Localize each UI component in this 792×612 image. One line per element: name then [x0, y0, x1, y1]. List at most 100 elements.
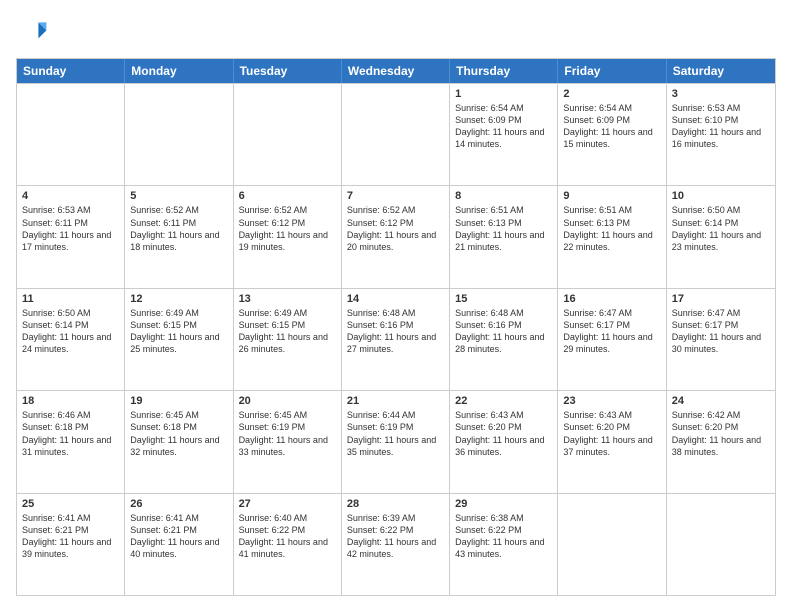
- calendar: SundayMondayTuesdayWednesdayThursdayFrid…: [16, 58, 776, 596]
- day-info: Sunrise: 6:46 AM Sunset: 6:18 PM Dayligh…: [22, 409, 119, 458]
- calendar-cell: 19Sunrise: 6:45 AM Sunset: 6:18 PM Dayli…: [125, 391, 233, 492]
- logo: [16, 16, 52, 48]
- day-number: 8: [455, 190, 552, 202]
- calendar-cell: 10 Sunrise: 6:50 AM Sunset: 6:14 PM Dayli…: [667, 186, 775, 287]
- calendar-cell: 22 Sunrise: 6:43 AM Sunset: 6:20 PM Dayli…: [450, 391, 558, 492]
- day-number: 23: [563, 395, 660, 407]
- day-info: Sunrise: 6:49 AM Sunset: 6:15 PM Dayligh…: [130, 307, 227, 356]
- day-number: 6: [239, 190, 336, 202]
- calendar-cell: 16 Sunrise: 6:47 AM Sunset: 6:17 PM Dayli…: [558, 289, 666, 390]
- day-info: Sunrise: 6:54 AM Sunset: 6:09 PM Dayligh…: [563, 102, 660, 151]
- day-info: Sunrise: 6:43 AM Sunset: 6:20 PM Dayligh…: [563, 409, 660, 458]
- weekday-header: Saturday: [667, 59, 775, 83]
- day-number: 28: [347, 498, 444, 510]
- day-info: Sunrise: 6:41 AM Sunset: 6:21 PM Dayligh…: [22, 512, 119, 561]
- calendar-cell: 27 Sunrise: 6:40 AM Sunset: 6:22 PM Dayli…: [234, 494, 342, 595]
- day-number: 5: [130, 190, 227, 202]
- day-info: Sunrise: 6:39 AM Sunset: 6:22 PM Dayligh…: [347, 512, 444, 561]
- weekday-header: Friday: [558, 59, 666, 83]
- day-number: 4: [22, 190, 119, 202]
- calendar-cell: 13 Sunrise: 6:49 AM Sunset: 6:15 PM Dayli…: [234, 289, 342, 390]
- day-number: 21: [347, 395, 444, 407]
- calendar-cell: [558, 494, 666, 595]
- calendar-cell: [342, 84, 450, 185]
- weekday-header: Tuesday: [234, 59, 342, 83]
- day-number: 29: [455, 498, 552, 510]
- day-info: Sunrise: 6:38 AM Sunset: 6:22 PM Dayligh…: [455, 512, 552, 561]
- day-number: 25: [22, 498, 119, 510]
- day-info: Sunrise: 6:53 AM Sunset: 6:10 PM Dayligh…: [672, 102, 770, 151]
- day-info: Sunrise: 6:43 AM Sunset: 6:20 PM Dayligh…: [455, 409, 552, 458]
- day-info: Sunrise: 6:47 AM Sunset: 6:17 PM Dayligh…: [672, 307, 770, 356]
- calendar-header: SundayMondayTuesdayWednesdayThursdayFrid…: [17, 59, 775, 83]
- day-info: Sunrise: 6:52 AM Sunset: 6:11 PM Dayligh…: [130, 204, 227, 253]
- calendar-cell: 4 Sunrise: 6:53 AM Sunset: 6:11 PM Daylig…: [17, 186, 125, 287]
- calendar-cell: 15 Sunrise: 6:48 AM Sunset: 6:16 PM Dayli…: [450, 289, 558, 390]
- calendar-cell: 3Sunrise: 6:53 AM Sunset: 6:10 PM Daylig…: [667, 84, 775, 185]
- calendar-cell: 11 Sunrise: 6:50 AM Sunset: 6:14 PM Dayli…: [17, 289, 125, 390]
- day-info: Sunrise: 6:42 AM Sunset: 6:20 PM Dayligh…: [672, 409, 770, 458]
- day-number: 1: [455, 88, 552, 100]
- day-info: Sunrise: 6:48 AM Sunset: 6:16 PM Dayligh…: [455, 307, 552, 356]
- day-info: Sunrise: 6:41 AM Sunset: 6:21 PM Dayligh…: [130, 512, 227, 561]
- calendar-row: 11 Sunrise: 6:50 AM Sunset: 6:14 PM Dayli…: [17, 288, 775, 390]
- day-number: 15: [455, 293, 552, 305]
- day-info: Sunrise: 6:54 AM Sunset: 6:09 PM Dayligh…: [455, 102, 552, 151]
- logo-icon: [16, 16, 48, 48]
- day-number: 16: [563, 293, 660, 305]
- calendar-cell: [17, 84, 125, 185]
- day-info: Sunrise: 6:53 AM Sunset: 6:11 PM Dayligh…: [22, 204, 119, 253]
- calendar-cell: 18 Sunrise: 6:46 AM Sunset: 6:18 PM Dayli…: [17, 391, 125, 492]
- day-number: 7: [347, 190, 444, 202]
- day-number: 11: [22, 293, 119, 305]
- day-info: Sunrise: 6:45 AM Sunset: 6:19 PM Dayligh…: [239, 409, 336, 458]
- calendar-body: 1 Sunrise: 6:54 AM Sunset: 6:09 PM Daylig…: [17, 83, 775, 595]
- day-number: 2: [563, 88, 660, 100]
- calendar-cell: 24 Sunrise: 6:42 AM Sunset: 6:20 PM Dayli…: [667, 391, 775, 492]
- calendar-cell: 8Sunrise: 6:51 AM Sunset: 6:13 PM Daylig…: [450, 186, 558, 287]
- calendar-cell: 6Sunrise: 6:52 AM Sunset: 6:12 PM Daylig…: [234, 186, 342, 287]
- day-info: Sunrise: 6:50 AM Sunset: 6:14 PM Dayligh…: [672, 204, 770, 253]
- calendar-cell: 23 Sunrise: 6:43 AM Sunset: 6:20 PM Dayli…: [558, 391, 666, 492]
- day-number: 27: [239, 498, 336, 510]
- calendar-cell: 25 Sunrise: 6:41 AM Sunset: 6:21 PM Dayli…: [17, 494, 125, 595]
- weekday-header: Monday: [125, 59, 233, 83]
- calendar-cell: [234, 84, 342, 185]
- calendar-cell: 9 Sunrise: 6:51 AM Sunset: 6:13 PM Daylig…: [558, 186, 666, 287]
- day-number: 14: [347, 293, 444, 305]
- day-info: Sunrise: 6:40 AM Sunset: 6:22 PM Dayligh…: [239, 512, 336, 561]
- calendar-cell: 20 Sunrise: 6:45 AM Sunset: 6:19 PM Dayli…: [234, 391, 342, 492]
- day-info: Sunrise: 6:48 AM Sunset: 6:16 PM Dayligh…: [347, 307, 444, 356]
- day-number: 10: [672, 190, 770, 202]
- calendar-cell: 17 Sunrise: 6:47 AM Sunset: 6:17 PM Dayli…: [667, 289, 775, 390]
- day-number: 9: [563, 190, 660, 202]
- day-info: Sunrise: 6:51 AM Sunset: 6:13 PM Dayligh…: [563, 204, 660, 253]
- day-info: Sunrise: 6:47 AM Sunset: 6:17 PM Dayligh…: [563, 307, 660, 356]
- day-number: 24: [672, 395, 770, 407]
- day-info: Sunrise: 6:44 AM Sunset: 6:19 PM Dayligh…: [347, 409, 444, 458]
- calendar-cell: 14 Sunrise: 6:48 AM Sunset: 6:16 PM Dayli…: [342, 289, 450, 390]
- day-number: 22: [455, 395, 552, 407]
- calendar-cell: 21 Sunrise: 6:44 AM Sunset: 6:19 PM Dayli…: [342, 391, 450, 492]
- calendar-row: 18 Sunrise: 6:46 AM Sunset: 6:18 PM Dayli…: [17, 390, 775, 492]
- day-info: Sunrise: 6:45 AM Sunset: 6:18 PM Dayligh…: [130, 409, 227, 458]
- weekday-header: Sunday: [17, 59, 125, 83]
- day-number: 18: [22, 395, 119, 407]
- day-info: Sunrise: 6:50 AM Sunset: 6:14 PM Dayligh…: [22, 307, 119, 356]
- day-number: 20: [239, 395, 336, 407]
- calendar-row: 1 Sunrise: 6:54 AM Sunset: 6:09 PM Daylig…: [17, 83, 775, 185]
- calendar-cell: 26 Sunrise: 6:41 AM Sunset: 6:21 PM Dayli…: [125, 494, 233, 595]
- day-info: Sunrise: 6:49 AM Sunset: 6:15 PM Dayligh…: [239, 307, 336, 356]
- weekday-header: Thursday: [450, 59, 558, 83]
- day-number: 13: [239, 293, 336, 305]
- calendar-cell: 12Sunrise: 6:49 AM Sunset: 6:15 PM Dayli…: [125, 289, 233, 390]
- calendar-row: 25 Sunrise: 6:41 AM Sunset: 6:21 PM Dayli…: [17, 493, 775, 595]
- day-number: 26: [130, 498, 227, 510]
- day-number: 17: [672, 293, 770, 305]
- calendar-cell: 5 Sunrise: 6:52 AM Sunset: 6:11 PM Daylig…: [125, 186, 233, 287]
- calendar-cell: 7 Sunrise: 6:52 AM Sunset: 6:12 PM Daylig…: [342, 186, 450, 287]
- calendar-cell: [125, 84, 233, 185]
- calendar-row: 4 Sunrise: 6:53 AM Sunset: 6:11 PM Daylig…: [17, 185, 775, 287]
- day-info: Sunrise: 6:52 AM Sunset: 6:12 PM Dayligh…: [347, 204, 444, 253]
- calendar-cell: [667, 494, 775, 595]
